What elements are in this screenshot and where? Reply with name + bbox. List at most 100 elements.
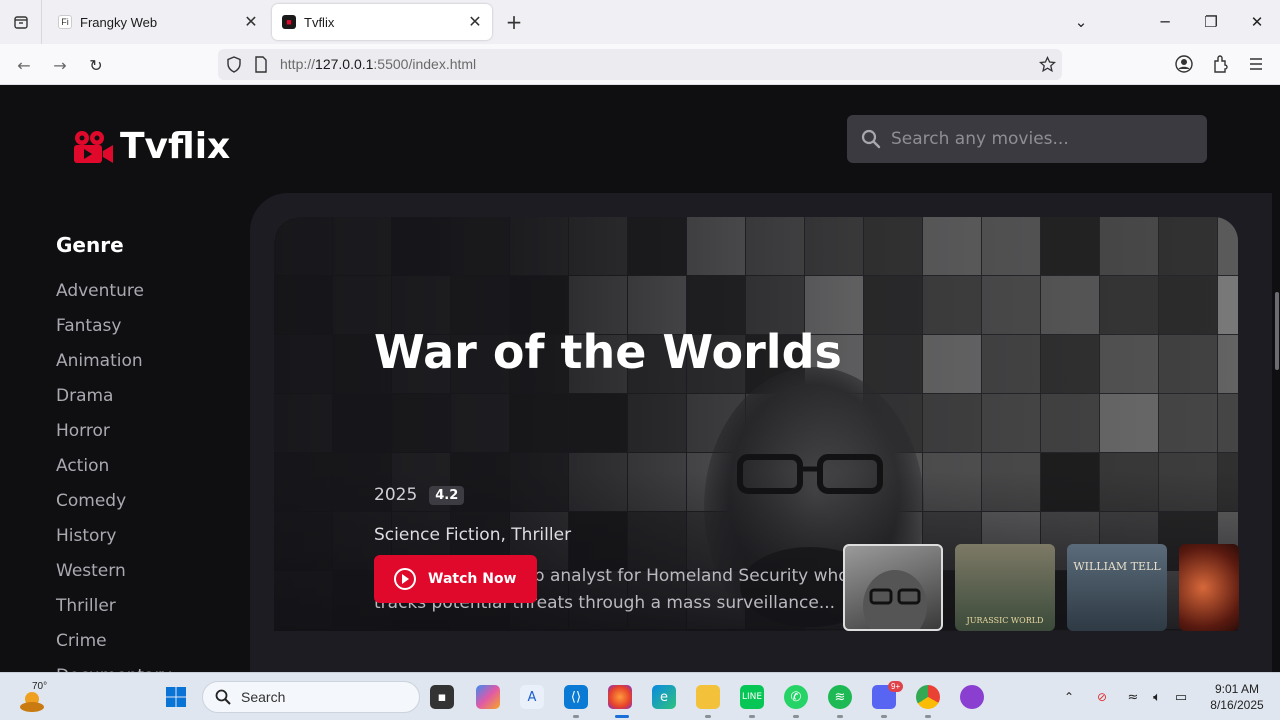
- reload-button[interactable]: ↻: [84, 53, 108, 77]
- genre-item[interactable]: Documentary: [56, 664, 172, 672]
- page-icon[interactable]: [254, 56, 268, 73]
- genre-item[interactable]: Comedy: [56, 489, 172, 524]
- search-input[interactable]: [891, 129, 1191, 149]
- tvflix-favicon-icon: ■: [282, 15, 296, 29]
- close-window-button[interactable]: ✕: [1246, 11, 1268, 33]
- video-camera-icon: [72, 129, 114, 165]
- file-explorer-icon[interactable]: [696, 685, 720, 709]
- movie-genres: Science Fiction, Thriller: [374, 525, 572, 545]
- browser-nav-bar: ← → ↻ http://127.0.0.1:5500/index.html: [0, 44, 1280, 85]
- menu-icon[interactable]: [1249, 57, 1263, 71]
- running-indicator: [793, 715, 799, 718]
- minimize-button[interactable]: ─: [1154, 11, 1176, 33]
- windows-taskbar: 70° Search ▪ A ⟨⟩ e LINE ✆ ≋ 9+ ⌃ ⊘ ≈ 🔈︎…: [0, 672, 1280, 720]
- firefox-icon[interactable]: [608, 685, 632, 709]
- account-icon[interactable]: [1175, 55, 1193, 73]
- github-desktop-icon[interactable]: [960, 685, 984, 709]
- edge-icon[interactable]: e: [652, 685, 676, 709]
- genre-item[interactable]: Adventure: [56, 279, 172, 314]
- weather-widget[interactable]: 70°: [16, 681, 56, 715]
- taskbar-search-label: Search: [241, 689, 286, 705]
- url-bar[interactable]: http://127.0.0.1:5500/index.html: [218, 49, 1062, 80]
- play-icon: [394, 568, 416, 590]
- scrollbar-thumb[interactable]: [1275, 292, 1279, 370]
- start-windows-icon[interactable]: [164, 685, 188, 709]
- running-indicator: [705, 715, 711, 718]
- movie-title: War of the Worlds: [374, 325, 842, 379]
- system-clock[interactable]: 9:01 AM 8/16/2025: [1200, 681, 1274, 713]
- genre-item[interactable]: Horror: [56, 419, 172, 454]
- security-tray-icon[interactable]: ⊘: [1090, 685, 1114, 709]
- logo-text: Tvflix: [120, 126, 231, 167]
- genre-heading: Genre: [56, 233, 124, 257]
- task-view-icon[interactable]: ▪: [430, 685, 454, 709]
- running-indicator: [925, 715, 931, 718]
- close-tab-icon[interactable]: ✕: [242, 13, 260, 31]
- page-scrollbar[interactable]: [1272, 85, 1280, 672]
- clock-date: 8/16/2025: [1210, 698, 1264, 712]
- chrome-icon[interactable]: [916, 685, 940, 709]
- restore-button[interactable]: ❐: [1200, 11, 1222, 33]
- close-tab-icon[interactable]: ✕: [466, 13, 484, 31]
- shield-icon[interactable]: [226, 56, 242, 73]
- running-indicator: [749, 715, 755, 718]
- genre-item[interactable]: History: [56, 524, 172, 559]
- active-indicator: [615, 715, 629, 718]
- bookmark-star-icon[interactable]: [1039, 56, 1056, 73]
- thumbnail-strip: JURASSIC WORLD WILLIAM TELL: [843, 544, 1251, 631]
- genre-list: Adventure Fantasy Animation Drama Horror…: [56, 279, 172, 672]
- app-store-icon[interactable]: A: [520, 685, 544, 709]
- genre-item[interactable]: Fantasy: [56, 314, 172, 349]
- new-tab-button[interactable]: +: [503, 10, 525, 34]
- poster-fire[interactable]: [1179, 544, 1239, 631]
- poster-william-tell[interactable]: WILLIAM TELL: [1067, 544, 1167, 631]
- whatsapp-icon[interactable]: ✆: [784, 685, 808, 709]
- rating-badge: 4.2: [429, 485, 465, 505]
- poster-title: JURASSIC WORLD: [966, 616, 1044, 625]
- tab-title: Frangky Web: [80, 14, 158, 30]
- poster-jurassic-world[interactable]: JURASSIC WORLD: [955, 544, 1055, 631]
- tab-list-icon: [13, 16, 28, 29]
- extensions-icon[interactable]: [1212, 55, 1229, 73]
- back-button[interactable]: ←: [12, 53, 36, 77]
- tab-title: Tvflix: [304, 14, 335, 30]
- tab-tvflix[interactable]: ■ Tvflix ✕: [272, 4, 492, 40]
- clock-time: 9:01 AM: [1214, 682, 1260, 696]
- poster-title: WILLIAM TELL: [1073, 560, 1161, 573]
- list-all-tabs-icon[interactable]: ⌄: [1070, 11, 1092, 33]
- battery-icon[interactable]: ▭: [1169, 685, 1193, 709]
- url-text[interactable]: http://127.0.0.1:5500/index.html: [280, 56, 476, 72]
- running-indicator: [837, 715, 843, 718]
- vscode-icon[interactable]: ⟨⟩: [564, 685, 588, 709]
- volume-icon[interactable]: 🔈︎: [1145, 685, 1169, 709]
- forward-button[interactable]: →: [48, 53, 72, 77]
- weather-temp: 70°: [32, 681, 48, 692]
- tab-frangky-web[interactable]: Fi Frangky Web ✕: [48, 4, 268, 40]
- genre-item[interactable]: Drama: [56, 384, 172, 419]
- browser-tab-bar: Fi Frangky Web ✕ ■ Tvflix ✕ + ⌄ ─ ❐ ✕: [0, 0, 1280, 44]
- taskbar-search[interactable]: Search: [202, 681, 420, 713]
- genre-item[interactable]: Crime: [56, 629, 172, 664]
- movie-meta: 2025 4.2: [374, 485, 465, 505]
- site-logo[interactable]: Tvflix: [72, 126, 230, 167]
- genre-item[interactable]: Thriller: [56, 594, 172, 629]
- genre-item[interactable]: Action: [56, 454, 172, 489]
- watch-now-button[interactable]: Watch Now: [374, 555, 537, 603]
- genre-item[interactable]: Animation: [56, 349, 172, 384]
- search-icon: [215, 689, 231, 705]
- discord-badge: 9+: [888, 681, 904, 692]
- show-hidden-icons-chevron-icon[interactable]: ⌃: [1057, 685, 1081, 709]
- tab-list-button[interactable]: [0, 0, 42, 44]
- copilot-icon[interactable]: [476, 685, 500, 709]
- search-box[interactable]: [847, 115, 1207, 163]
- spotify-icon[interactable]: ≋: [828, 685, 852, 709]
- poster-war-of-the-worlds[interactable]: [843, 544, 943, 631]
- frangky-favicon-icon: Fi: [58, 15, 72, 29]
- line-app-icon[interactable]: LINE: [740, 685, 764, 709]
- movie-year: 2025: [374, 485, 418, 505]
- running-indicator: [573, 715, 579, 718]
- wifi-icon[interactable]: ≈: [1121, 685, 1145, 709]
- genre-item[interactable]: Western: [56, 559, 172, 594]
- search-icon: [861, 129, 881, 149]
- watch-now-label: Watch Now: [428, 571, 517, 587]
